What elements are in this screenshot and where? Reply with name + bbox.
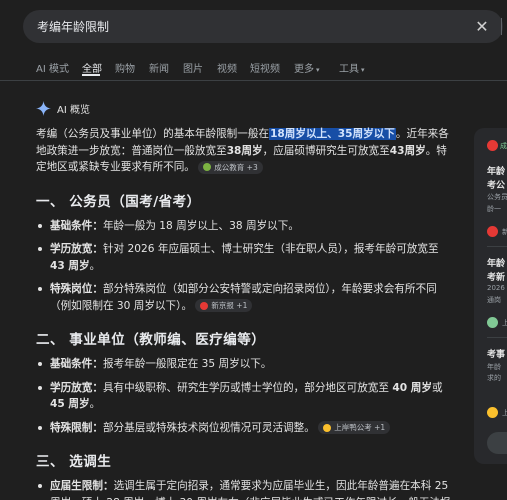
source-chip[interactable]: 上岸鸭公考 +1	[318, 421, 391, 434]
list-item-text: 具有中级职称、研究生学历或博士学位的，部分地区可放宽至	[102, 381, 393, 394]
source-snippet: 求的	[487, 374, 501, 382]
tab-videos[interactable]: 视频	[217, 60, 237, 75]
source-title[interactable]: 年龄	[487, 256, 505, 269]
tab-ai-mode[interactable]: AI 模式	[36, 60, 69, 75]
list-item-term: 基础条件：	[50, 358, 103, 370]
source-chip[interactable]: 成公教育 +3	[198, 160, 263, 174]
source-favicon-icon	[323, 423, 332, 432]
source-title[interactable]: 考事	[487, 347, 505, 360]
list-item-text: 部分基层或特殊技术岗位视情况可灵活调整。	[102, 421, 315, 434]
intro-text: 考编（公务员及事业单位）的基本年龄限制一般在	[36, 128, 270, 140]
list-item-text: 报考年龄一般限定在 35 周岁以下。	[102, 358, 272, 370]
list-item-term: 特殊限制：	[50, 421, 103, 434]
list-item-bold: 45 周岁	[50, 398, 90, 410]
chevron-down-icon: ▾	[361, 66, 365, 74]
list-item-term: 学历放宽：	[50, 243, 103, 255]
list-item-text: 针对 2026 年应届硕士、博士研究生（非在职人员），报考年龄可放宽至	[102, 243, 439, 255]
source-favicon-icon	[200, 301, 209, 310]
tab-short-videos[interactable]: 短视频	[250, 60, 280, 75]
search-input[interactable]: 考编年龄限制	[37, 18, 109, 35]
section-list: 基础条件：年龄一般为 18 周岁以上、38 周岁以下。 学历放宽：针对 2026…	[36, 218, 452, 315]
section-heading: 二、 事业单位（教师编、医疗编等）	[36, 332, 266, 348]
tab-all[interactable]: 全部	[82, 60, 102, 75]
source-title[interactable]: 考新	[487, 270, 505, 283]
ai-overview-header: AI 概览	[36, 101, 90, 116]
tab-shopping[interactable]: 购物	[115, 60, 135, 75]
search-divider	[501, 18, 502, 35]
intro-bold: 43周岁	[389, 144, 426, 157]
section-list: 应届生限制：选调生属于定向招录，通常要求为应届毕业生，因此年龄普遍在本科 25 …	[36, 478, 452, 500]
list-item-term: 特殊岗位：	[50, 283, 103, 295]
ai-overview-label: AI 概览	[57, 105, 90, 116]
intro-paragraph: 考编（公务员及事业单位）的基本年龄限制一般在18周岁以上、35周岁以下。近年来各…	[36, 126, 452, 176]
tab-more[interactable]: 更多 ▾	[294, 60, 320, 75]
source-name: 成	[500, 142, 507, 150]
list-item-bold: 40 周岁	[392, 381, 432, 394]
list-item-text: 。	[89, 398, 101, 410]
list-item: 特殊岗位：部分特殊岗位（如部分公安特警或定向招录岗位），年龄要求会有所不同（例如…	[36, 281, 452, 314]
source-chip[interactable]: 新京报 +1	[195, 299, 253, 312]
source-favicon-icon	[203, 163, 212, 171]
tab-images[interactable]: 图片	[183, 60, 203, 75]
source-divider	[487, 337, 507, 338]
tabs-divider	[0, 80, 507, 81]
chevron-down-icon: ▾	[316, 66, 320, 74]
list-item: 应届生限制：选调生属于定向招录，通常要求为应届毕业生，因此年龄普遍在本科 25 …	[36, 478, 452, 500]
tab-news[interactable]: 新闻	[149, 60, 169, 75]
list-item-bold: 43 周岁	[50, 259, 90, 272]
source-snippet: 龄一	[487, 205, 501, 213]
list-item: 特殊限制：部分基层或特殊技术岗位视情况可灵活调整。 上岸鸭公考 +1	[36, 420, 452, 437]
source-favicon-icon	[487, 407, 498, 418]
sparkle-icon	[36, 101, 51, 116]
show-all-button[interactable]	[487, 432, 507, 454]
active-tab-indicator	[82, 74, 100, 76]
list-item: 学历放宽：具有中级职称、研究生学历或博士学位的，部分地区可放宽至 40 周岁或 …	[36, 380, 452, 413]
close-icon[interactable]: ✕	[473, 16, 491, 36]
list-item-term: 应届生限制：	[50, 480, 114, 492]
intro-text: ，应届硕博研究生可放宽至	[262, 144, 390, 157]
source-name: 新	[502, 228, 507, 236]
section-list: 基础条件：报考年龄一般限定在 35 周岁以下。 学历放宽：具有中级职称、研究生学…	[36, 356, 452, 436]
source-snippet: 通岗	[487, 296, 501, 304]
source-favicon-icon	[487, 317, 498, 328]
list-item-text: 或	[432, 381, 443, 394]
intro-highlight: 18周岁以上、35周岁以下	[269, 128, 396, 140]
source-favicon-icon	[487, 140, 498, 151]
list-item-term: 基础条件：	[50, 219, 103, 232]
ai-overview-content: 考编（公务员及事业单位）的基本年龄限制一般在18周岁以上、35周岁以下。近年来各…	[36, 126, 452, 500]
tab-tools-label: 工具	[339, 64, 359, 75]
list-item-text: 年龄一般为 18 周岁以上、38 周岁以下。	[102, 219, 299, 232]
sources-panel: 成 年龄 考公 公务员 龄一 新 年龄 考新 2026 通岗 上 考事 年龄 求…	[474, 128, 507, 464]
section-heading: 三、 选调生	[36, 454, 112, 470]
source-chip-label: 新京报 +1	[211, 301, 248, 310]
source-name: 上	[502, 409, 507, 417]
source-snippet: 2026	[487, 284, 505, 292]
source-title[interactable]: 年龄	[487, 164, 505, 177]
source-chip-label: 成公教育 +3	[214, 162, 258, 172]
source-name: 上	[502, 319, 507, 327]
list-item-text: 。	[89, 259, 101, 272]
source-snippet: 公务员	[487, 193, 507, 201]
source-divider	[487, 246, 507, 247]
list-item: 学历放宽：针对 2026 年应届硕士、博士研究生（非在职人员），报考年龄可放宽至…	[36, 241, 452, 274]
source-snippet: 年龄	[487, 363, 501, 371]
tab-tools[interactable]: 工具 ▾	[339, 60, 365, 75]
list-item-term: 学历放宽：	[50, 381, 103, 394]
section-heading: 一、 公务员（国考/省考）	[36, 193, 201, 210]
source-title[interactable]: 考公	[487, 178, 505, 191]
list-item: 基础条件：报考年龄一般限定在 35 周岁以下。	[36, 356, 452, 373]
search-bar[interactable]: 考编年龄限制 ✕	[23, 10, 503, 43]
source-chip-label: 上岸鸭公考 +1	[334, 423, 386, 432]
source-favicon-icon	[487, 226, 498, 237]
intro-bold: 38周岁	[226, 144, 263, 157]
list-item: 基础条件：年龄一般为 18 周岁以上、38 周岁以下。	[36, 218, 452, 235]
tab-more-label: 更多	[294, 64, 314, 75]
